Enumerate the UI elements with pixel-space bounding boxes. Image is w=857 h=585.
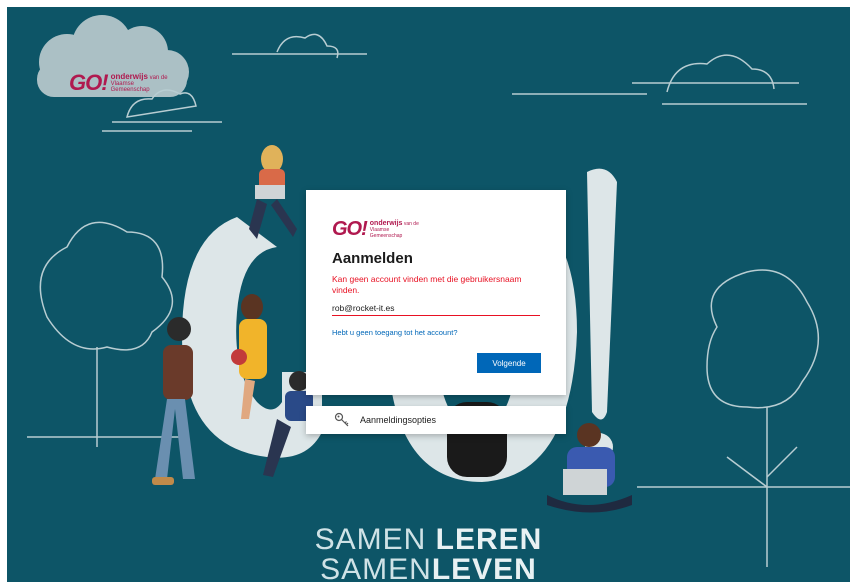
username-input[interactable] xyxy=(332,300,540,316)
logo-mark: GO! xyxy=(332,218,368,240)
logo-mark: GO! xyxy=(69,70,109,95)
card-brand-logo: GO! onderwijs van de Vlaamse Gemeenschap xyxy=(332,218,422,241)
slogan-line-1: SAMEN LEREN xyxy=(314,523,543,556)
key-icon xyxy=(334,412,349,427)
signin-card: GO! onderwijs van de Vlaamse Gemeenschap… xyxy=(306,190,566,395)
signin-options-button[interactable]: Aanmeldingsopties xyxy=(306,406,566,434)
logo-text: onderwijs van de Vlaamse Gemeenschap xyxy=(110,71,168,93)
page-title: Aanmelden xyxy=(332,250,413,267)
error-message: Kan geen account vinden met die gebruike… xyxy=(332,274,522,295)
next-button[interactable]: Volgende xyxy=(477,353,541,373)
slogan-line-2: SAMENLEVEN xyxy=(320,553,537,583)
corner-brand-logo: GO! onderwijs van de Vlaamse Gemeenschap xyxy=(69,65,181,101)
username-field-wrapper xyxy=(332,298,540,316)
cloud-outlines xyxy=(102,33,807,132)
no-access-link[interactable]: Hebt u geen toegang tot het account? xyxy=(332,328,458,337)
signin-options-label: Aanmeldingsopties xyxy=(360,415,437,425)
logo-text: onderwijs van de Vlaamse Gemeenschap xyxy=(369,219,419,239)
